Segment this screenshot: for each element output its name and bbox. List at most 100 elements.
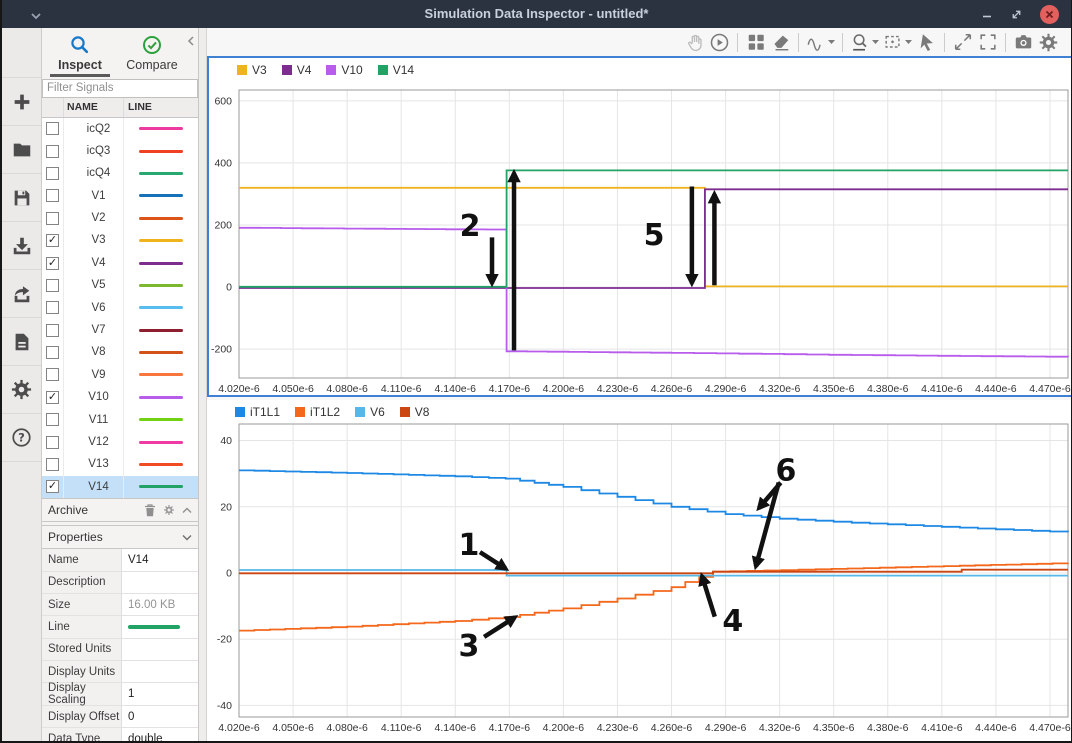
- legend-item[interactable]: iT1L1: [235, 405, 280, 419]
- subplot-layout-button[interactable]: [743, 30, 768, 54]
- signal-row[interactable]: V1: [42, 185, 198, 207]
- magnifier-icon: [69, 34, 91, 56]
- signal-checkbox[interactable]: [46, 368, 59, 381]
- signal-row[interactable]: V5: [42, 274, 198, 296]
- property-row[interactable]: Data Typedouble: [42, 728, 198, 741]
- zoom-in-x-button[interactable]: [848, 30, 881, 54]
- signal-row[interactable]: icQ2: [42, 118, 198, 140]
- legend-item[interactable]: V4: [282, 63, 312, 77]
- import-button[interactable]: [2, 222, 41, 270]
- archive-collapse-icon[interactable]: [182, 507, 192, 514]
- archive-gear-icon[interactable]: [163, 504, 175, 516]
- signal-checkbox[interactable]: [46, 145, 59, 158]
- property-row[interactable]: Line: [42, 616, 198, 638]
- legend-item[interactable]: V10: [326, 63, 362, 77]
- signal-row[interactable]: ✓V14: [42, 476, 198, 498]
- signal-row[interactable]: V12: [42, 431, 198, 453]
- play-circle-icon: [709, 32, 730, 53]
- signal-checkbox[interactable]: [46, 167, 59, 180]
- signal-checkbox[interactable]: ✓: [46, 391, 59, 404]
- property-row[interactable]: Stored Units: [42, 639, 198, 661]
- signal-row[interactable]: V8: [42, 341, 198, 363]
- signal-checkbox[interactable]: [46, 212, 59, 225]
- properties-bar[interactable]: Properties: [42, 525, 198, 549]
- fullscreen-button[interactable]: [975, 30, 1000, 54]
- signal-row[interactable]: V6: [42, 297, 198, 319]
- property-value: V14: [122, 549, 198, 570]
- property-row[interactable]: Description: [42, 572, 198, 594]
- signal-row[interactable]: V9: [42, 364, 198, 386]
- x-tick-label: 4.080e-6: [326, 722, 368, 734]
- signal-row[interactable]: ✓V10: [42, 386, 198, 408]
- tab-compare[interactable]: Compare: [116, 28, 188, 78]
- signal-row[interactable]: V13: [42, 453, 198, 475]
- help-button[interactable]: ?: [2, 414, 41, 462]
- signal-checkbox[interactable]: ✓: [46, 234, 59, 247]
- property-row[interactable]: Display Units: [42, 661, 198, 683]
- signal-checkbox[interactable]: ✓: [46, 257, 59, 270]
- archive-bar[interactable]: Archive: [42, 498, 198, 522]
- properties-collapse-icon[interactable]: [182, 534, 192, 541]
- expand-button[interactable]: [950, 30, 975, 54]
- signal-checkbox[interactable]: [46, 413, 59, 426]
- clear-plots-button[interactable]: [768, 30, 793, 54]
- signal-row[interactable]: icQ4: [42, 162, 198, 184]
- signal-style-button[interactable]: [804, 30, 837, 54]
- signal-checkbox[interactable]: ✓: [46, 480, 59, 493]
- minimize-button[interactable]: [981, 8, 993, 20]
- create-report-button[interactable]: [2, 318, 41, 366]
- signal-checkbox[interactable]: [46, 324, 59, 337]
- property-row[interactable]: Display Scaling1: [42, 683, 198, 705]
- legend-item[interactable]: V14: [378, 63, 414, 77]
- x-tick-label: 4.320e-6: [759, 383, 801, 395]
- property-row[interactable]: NameV14: [42, 549, 198, 571]
- annotation-label: 3: [459, 629, 480, 664]
- pan-button[interactable]: [682, 30, 707, 54]
- legend-swatch: [400, 407, 410, 417]
- save-button[interactable]: [2, 174, 41, 222]
- signal-checkbox[interactable]: [46, 301, 59, 314]
- signal-row[interactable]: V11: [42, 409, 198, 431]
- plot-settings-button[interactable]: [1036, 30, 1061, 54]
- signal-row[interactable]: V2: [42, 207, 198, 229]
- cursor-button[interactable]: [914, 30, 939, 54]
- signal-row[interactable]: ✓V3: [42, 229, 198, 251]
- legend-item[interactable]: V8: [400, 405, 430, 419]
- signal-checkbox[interactable]: [46, 279, 59, 292]
- annotation-label: 1: [459, 528, 480, 563]
- property-row[interactable]: Display Offset0: [42, 706, 198, 728]
- replay-animation-button[interactable]: [707, 30, 732, 54]
- legend-item[interactable]: iT1L2: [295, 405, 340, 419]
- signal-checkbox[interactable]: [46, 189, 59, 202]
- series-iT1L1[interactable]: [239, 470, 1068, 532]
- export-button[interactable]: [2, 270, 41, 318]
- signal-row[interactable]: ✓V4: [42, 252, 198, 274]
- filter-signals-input[interactable]: [42, 79, 198, 98]
- fit-to-view-button[interactable]: [881, 30, 914, 54]
- legend-item[interactable]: V6: [355, 405, 385, 419]
- sidebar-divider[interactable]: [199, 28, 207, 741]
- preferences-button[interactable]: [2, 366, 41, 414]
- signal-checkbox[interactable]: [46, 122, 59, 135]
- expand-arrows-icon: [953, 32, 973, 52]
- signal-line-swatch: [139, 127, 183, 130]
- new-button[interactable]: [2, 78, 41, 126]
- snapshot-button[interactable]: [1011, 30, 1036, 54]
- trash-icon[interactable]: [144, 504, 156, 517]
- open-button[interactable]: [2, 126, 41, 174]
- signal-checkbox[interactable]: [46, 436, 59, 449]
- top-chart[interactable]: V3V4V10V14 4.020e-64.050e-64.080e-64.110…: [207, 56, 1072, 397]
- legend-label: iT1L1: [250, 405, 280, 419]
- tab-inspect[interactable]: Inspect: [44, 28, 116, 78]
- restore-button[interactable]: [1010, 8, 1023, 21]
- signal-row[interactable]: V7: [42, 319, 198, 341]
- signal-checkbox[interactable]: [46, 458, 59, 471]
- legend-item[interactable]: V3: [237, 63, 267, 77]
- bottom-chart[interactable]: iT1L1iT1L2V6V8 4.020e-64.050e-64.080e-64…: [207, 400, 1072, 743]
- signal-checkbox[interactable]: [46, 346, 59, 359]
- signal-row[interactable]: icQ3: [42, 140, 198, 162]
- property-row[interactable]: Size16.00 KB: [42, 594, 198, 616]
- signal-line-swatch: [139, 351, 183, 354]
- collapse-sidebar-icon[interactable]: [187, 34, 195, 52]
- close-button[interactable]: [1040, 5, 1059, 24]
